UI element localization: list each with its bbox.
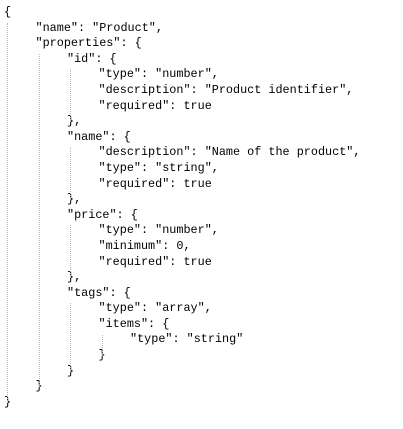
code-line: "required": true	[0, 177, 403, 193]
indent-guide	[38, 53, 40, 388]
code-line: "name": "Product",	[0, 21, 403, 37]
code-line: "items": {	[0, 317, 403, 333]
code-text: "price": {	[67, 207, 138, 222]
code-line: }	[0, 348, 403, 364]
code-text: "type": "string",	[98, 160, 219, 175]
code-line: },	[0, 270, 403, 286]
indent-guide	[101, 334, 103, 357]
code-line: "properties": {	[0, 36, 403, 52]
code-text: "type": "string"	[130, 332, 244, 347]
code-line: "type": "array",	[0, 301, 403, 317]
code-line: "name": {	[0, 130, 403, 146]
code-text: "minimum": 0,	[98, 238, 191, 253]
code-line: "type": "number",	[0, 67, 403, 83]
code-text: "type": "number",	[98, 223, 219, 238]
code-line: "required": true	[0, 99, 403, 115]
code-text: "name": "Product",	[35, 20, 163, 35]
code-line: "type": "string"	[0, 332, 403, 348]
indent-guide	[70, 225, 71, 279]
code-text: "description": "Product identifier",	[98, 82, 354, 97]
code-line: "price": {	[0, 208, 403, 224]
code-text: "items": {	[98, 316, 170, 331]
indent-guide	[70, 69, 71, 123]
code-text: "type": "number",	[98, 67, 219, 82]
code-line: "tags": {	[0, 286, 403, 302]
code-line: "id": {	[0, 52, 403, 68]
indent-guide	[70, 303, 71, 372]
code-line: {	[0, 5, 403, 21]
code-text: "required": true	[98, 254, 212, 269]
code-text: "name": {	[67, 129, 131, 144]
code-line: }	[0, 379, 403, 395]
code-line: },	[0, 114, 403, 130]
code-line: "description": "Name of the product",	[0, 145, 403, 161]
code-line: "type": "string",	[0, 161, 403, 177]
code-line: }	[0, 364, 403, 380]
code-line: },	[0, 192, 403, 208]
code-text: "required": true	[98, 98, 212, 113]
code-line: "type": "number",	[0, 223, 403, 239]
code-line: "description": "Product identifier",	[0, 83, 403, 99]
json-code-block: { "name": "Product", "properties": {"id": …	[0, 5, 403, 410]
code-text: "tags": {	[67, 285, 131, 300]
code-line: }	[0, 395, 403, 411]
code-text: "type": "array",	[98, 301, 212, 316]
code-text: "properties": {	[35, 36, 142, 51]
code-line: "minimum": 0,	[0, 239, 403, 255]
code-text: "id": {	[67, 51, 117, 66]
code-text: "required": true	[98, 176, 212, 191]
code-line: "required": true	[0, 255, 403, 271]
code-text: "description": "Name of the product",	[98, 145, 361, 160]
indent-guide	[70, 147, 71, 201]
indent-guide	[7, 22, 8, 403]
code-text: {	[4, 5, 12, 19]
